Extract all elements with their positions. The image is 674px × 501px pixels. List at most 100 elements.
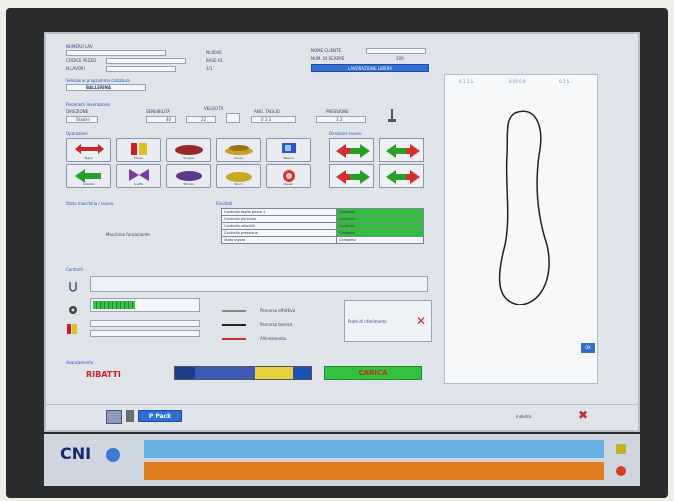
check-table: Controllo taglio pezzo 1 Controllo Contro… [221,208,424,244]
tool-cutter-button[interactable]: Taglio [66,138,111,162]
reference-panel-label: Punti di riferimento [348,319,387,324]
pressure-gauge-icon [386,108,398,122]
table-cell: Controllo [336,229,424,237]
legend-line-0 [222,310,246,312]
direction-right-top-button[interactable] [379,138,424,162]
table-row: Controllo percorso Controllo [221,215,424,223]
section-status: Stato macchina / lavoro [66,201,114,206]
table-cell: Controllo [336,222,424,230]
bottom-bar [46,404,638,430]
table-cell: Controllo taglio pezzo 1 [221,208,337,216]
table-cell: Controllo velocità [221,222,337,230]
pack-button[interactable]: P Pack [138,410,182,422]
stapler-icon: Graffa [133,182,144,186]
taskbar-blue-strip [144,440,604,458]
power-icon[interactable] [616,466,626,476]
exit-icon[interactable]: ✖ [578,408,588,422]
legend-label-1: Percorso teorico [260,322,293,327]
table-row: Controllo pressione Controllo [221,229,424,237]
gear-icon [68,300,78,314]
load-button[interactable]: CARICA [324,366,422,380]
clamp-input-2[interactable] [90,330,200,337]
clamp-small-icon [66,320,78,334]
table-cell: Controllo pressione [221,229,337,237]
section-operations: Operazioni [66,131,88,136]
shoe-yellow2-icon: Tacco [234,182,243,186]
param-label-1: SENSIBILITÀ [146,109,170,114]
legend-line-2 [222,338,246,340]
field-label-1: CODICE PEZZO [66,58,97,63]
legend-label-0: Percorso effettivo [260,308,296,313]
table-row: Controllo taglio pezzo 1 Controllo [221,208,424,216]
probe-icon [68,278,78,292]
program-select-value: BALLERINA [86,85,111,90]
table-cell: Controllo [336,208,424,216]
back-label[interactable]: Indietro [516,414,531,419]
param-value-3: 0.1 2 [261,117,272,122]
globe-icon[interactable] [106,448,120,462]
table-cell: Controllo [336,215,424,223]
probe-input[interactable] [90,276,428,292]
legend-label-2: Allineamento [260,336,287,341]
tab-1[interactable]: 0.50 0.9 [509,79,526,84]
field-label-0: NUMERO LAV. [66,44,94,49]
status-button[interactable]: LAVORAZIONE LIBERA [311,64,429,72]
clamp-tool-icon: Morsa [133,156,144,160]
tool-move-left-button[interactable]: Sinistra [66,164,111,188]
tool-clamp-button[interactable]: Morsa [116,138,161,162]
ok-button[interactable]: OK [581,343,595,353]
tool-upper-button[interactable]: Tomaia [166,164,211,188]
field-lavori[interactable] [106,66,176,72]
field-value-2: 1/1 [206,66,213,71]
table-row: Stato lavoro Completo [221,236,424,244]
cliente-field[interactable] [366,48,426,54]
shoe-preview-panel: 0.1 3.5 0.50 0.9 0.1 5 OK [444,74,598,384]
cni-logo: CNI [60,444,92,463]
section-progress: Avanzamento [66,360,94,365]
taskbar: CNI [44,434,640,486]
right-field-value-1: 100 [396,56,404,61]
app-window: NUMERO LAV. Nr.0046 CODICE PEZZO BASE-01… [44,32,640,432]
field-value-0: Nr.0046 [206,50,222,55]
param-input-1[interactable] [146,116,176,123]
section-selection: Selezione programma calzatura [66,78,130,83]
direction-right-bottom-button[interactable] [379,164,424,188]
param-input-3[interactable] [251,116,296,123]
shield-icon[interactable] [616,444,626,454]
reset-icon: Reset [284,182,293,186]
clamp-input-1[interactable] [90,320,200,327]
section-result: Risultati [216,201,233,206]
tool-sole-button[interactable]: Suola [216,138,261,162]
shoe-outline [498,110,550,305]
field-codice[interactable] [106,58,186,64]
shoe-red-icon: Scarpa [183,156,194,160]
document-icon[interactable] [126,410,134,422]
measure-tool-icon: Misura [283,156,294,160]
cutter-tool-icon: Taglio [84,156,93,160]
tool-heel-button[interactable]: Tacco [216,164,261,188]
tool-shoe-button[interactable]: Scarpa [166,138,211,162]
scrap-label: RIBATTI [86,370,121,379]
table-row: Controllo velocità Controllo [221,222,424,230]
field-value-1: BASE-01 [206,58,224,63]
tool-measure-button[interactable]: Misura [266,138,311,162]
param-value-0: Stabile [76,117,90,122]
tool-stapler-button[interactable]: Graffa [116,164,161,188]
close-icon[interactable]: ✕ [416,314,426,328]
table-cell: Stato lavoro [221,236,337,244]
tab-2[interactable]: 0.1 5 [559,79,569,84]
image-icon[interactable] [106,410,122,424]
progress-bar [90,298,200,312]
param-box[interactable] [226,113,240,123]
tab-0[interactable]: 0.1 3.5 [459,79,473,84]
progress-fill [93,301,135,309]
field-label-2: N.LAVORI [66,66,85,71]
param-value-1: 40 [166,117,172,122]
section-direction: Direzione lavoro [329,131,362,136]
field-numero[interactable] [66,50,166,56]
direction-left-top-button[interactable] [329,138,374,162]
shoe-purple-icon: Tomaia [183,182,194,186]
color-bar [174,366,312,380]
tool-reset-button[interactable]: Reset [266,164,311,188]
direction-left-bottom-button[interactable] [329,164,374,188]
